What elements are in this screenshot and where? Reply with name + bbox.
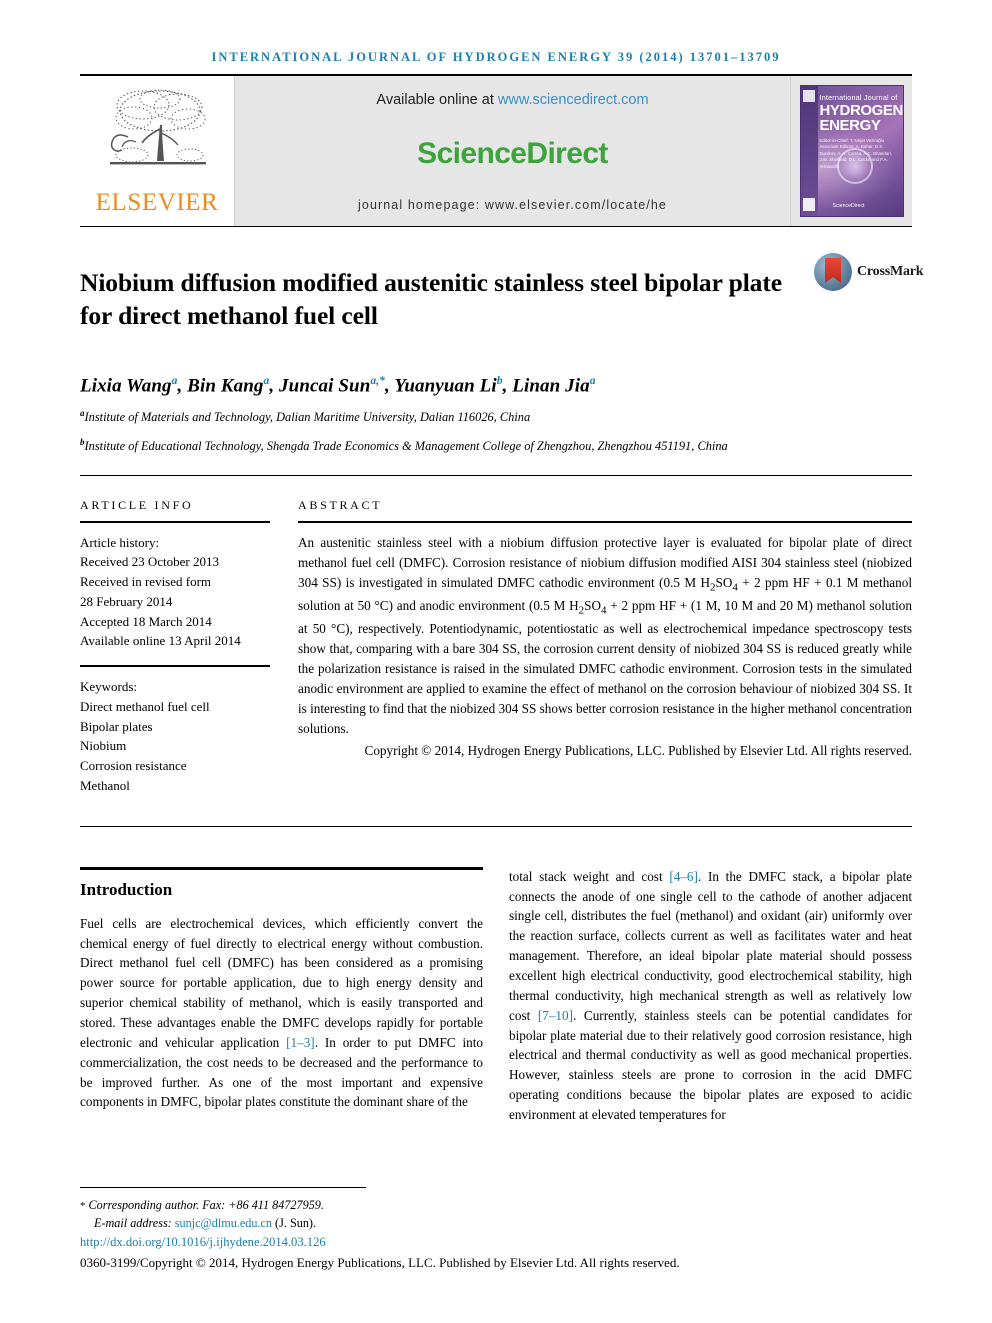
doi-link[interactable]: http://dx.doi.org/10.1016/j.ijhydene.201…: [80, 1235, 912, 1250]
affiliation-a: aInstitute of Materials and Technology, …: [80, 407, 912, 427]
introduction-top-rule: [80, 866, 483, 870]
sciencedirect-url[interactable]: www.sciencedirect.com: [498, 92, 649, 108]
cover-line-2: HYDROGEN: [819, 102, 903, 119]
article-history-block: Article history: Received 23 October 201…: [80, 533, 270, 652]
elsevier-logo: ELSEVIER: [94, 85, 220, 217]
footer-rule: [80, 1186, 366, 1188]
paper-page: INTERNATIONAL JOURNAL OF HYDROGEN ENERGY…: [0, 0, 992, 1323]
abstract-bottom-rule: [80, 825, 912, 827]
email-label: E-mail address:: [94, 1215, 172, 1230]
history-item: Accepted 18 March 2014: [80, 613, 212, 629]
available-online-line: Available online at www.sciencedirect.co…: [376, 92, 648, 108]
keyword-item: Direct methanol fuel cell: [80, 698, 210, 714]
history-item: Available online 13 April 2014: [80, 633, 241, 649]
crossmark-badge[interactable]: CrossMark: [814, 249, 924, 291]
keywords-label: Keywords:: [80, 679, 138, 695]
masthead-bottom-rule: [80, 226, 912, 227]
body-columns: Introduction Fuel cells are electrochemi…: [80, 866, 912, 1125]
email-link[interactable]: sunjc@dlmu.edu.cn: [175, 1216, 272, 1230]
publisher-logo-cell: ELSEVIER: [80, 76, 235, 226]
keyword-item: Corrosion resistance: [80, 758, 187, 774]
elsevier-tree-icon: [110, 89, 206, 165]
article-history-label: Article history:: [80, 534, 160, 550]
abstract-copyright: Copyright © 2014, Hydrogen Energy Public…: [364, 743, 912, 759]
abstract-column: ABSTRACT An austenitic stainless steel w…: [298, 498, 912, 796]
cover-line-3: ENERGY: [819, 117, 881, 134]
footer-copyright: 0360-3199/Copyright © 2014, Hydrogen Ene…: [80, 1255, 680, 1270]
article-info-rule: [80, 520, 270, 523]
authors-bottom-rule: [80, 474, 912, 476]
keywords-rule: [80, 665, 270, 668]
elsevier-mark-icon: [803, 90, 815, 102]
info-abstract-row: ARTICLE INFO Article history: Received 2…: [80, 498, 912, 796]
page-footer: * Corresponding author. Fax: +86 411 847…: [80, 1186, 912, 1271]
cover-line-1: International Journal of: [819, 93, 898, 102]
abstract-body: An austenitic stainless steel with a nio…: [298, 534, 912, 737]
affiliation-b-text: Institute of Educational Technology, She…: [84, 438, 728, 453]
cover-left-bar: [800, 86, 818, 216]
journal-cover-cell: International Journal of HYDROGEN ENERGY…: [790, 76, 912, 226]
corresponding-author-marker: *: [80, 1199, 86, 1212]
keywords-block: Keywords: Direct methanol fuel cell Bipo…: [80, 677, 270, 796]
journal-masthead: ELSEVIER Available online at www.science…: [80, 76, 912, 226]
article-info-column: ARTICLE INFO Article history: Received 2…: [80, 498, 298, 796]
crossmark-icon: [814, 253, 852, 291]
cover-sciencedirect-mark: ScienceDirect: [832, 203, 865, 209]
society-mark-icon: [803, 198, 815, 211]
abstract-rule: [298, 520, 912, 523]
introduction-paragraph-left: Fuel cells are electrochemical devices, …: [80, 915, 483, 1110]
history-item: Received 23 October 2013: [80, 554, 219, 570]
keyword-item: Methanol: [80, 777, 130, 793]
keyword-item: Niobium: [80, 738, 127, 754]
sciencedirect-wordmark: ScienceDirect: [417, 137, 608, 170]
affiliation-a-text: Institute of Materials and Technology, D…: [84, 409, 531, 424]
body-column-left: Introduction Fuel cells are electrochemi…: [80, 866, 483, 1125]
author-list: Lixia Wanga, Bin Kanga, Juncai Suna,*, Y…: [80, 375, 596, 397]
history-item: Received in revised form: [80, 574, 212, 590]
title-block: Niobium diffusion modified austenitic st…: [80, 249, 924, 349]
email-note: E-mail address: sunjc@dlmu.edu.cn (J. Su…: [80, 1214, 912, 1232]
keyword-item: Bipolar plates: [80, 718, 153, 734]
elsevier-wordmark: ELSEVIER: [95, 189, 219, 216]
crossmark-label: CrossMark: [857, 264, 924, 279]
affiliation-b: bInstitute of Educational Technology, Sh…: [80, 436, 912, 456]
body-column-right: total stack weight and cost [4–6]. In th…: [509, 867, 912, 1125]
journal-homepage-line[interactable]: journal homepage: www.elsevier.com/locat…: [358, 198, 667, 212]
cover-editors: Editor-in-Chief: T. Nejat Veziroğlu Asso…: [819, 138, 892, 169]
journal-cover-thumbnail: International Journal of HYDROGEN ENERGY…: [799, 85, 904, 217]
history-item: 28 February 2014: [80, 593, 173, 609]
article-title: Niobium diffusion modified austenitic st…: [80, 268, 782, 331]
running-head: INTERNATIONAL JOURNAL OF HYDROGEN ENERGY…: [211, 50, 781, 64]
introduction-heading: Introduction: [80, 879, 173, 899]
corresponding-author-note: * Corresponding author. Fax: +86 411 847…: [80, 1196, 912, 1214]
email-owner: (J. Sun).: [275, 1215, 317, 1230]
corresponding-author-text: Corresponding author. Fax: +86 411 84727…: [88, 1197, 324, 1212]
abstract-label: ABSTRACT: [298, 497, 383, 512]
available-online-prefix: Available online at: [376, 92, 498, 108]
sciencedirect-banner: Available online at www.sciencedirect.co…: [235, 76, 790, 226]
cover-title-text: International Journal of HYDROGEN ENERGY…: [819, 93, 903, 170]
introduction-paragraph-right: total stack weight and cost [4–6]. In th…: [509, 868, 912, 1123]
article-info-label: ARTICLE INFO: [80, 497, 194, 512]
